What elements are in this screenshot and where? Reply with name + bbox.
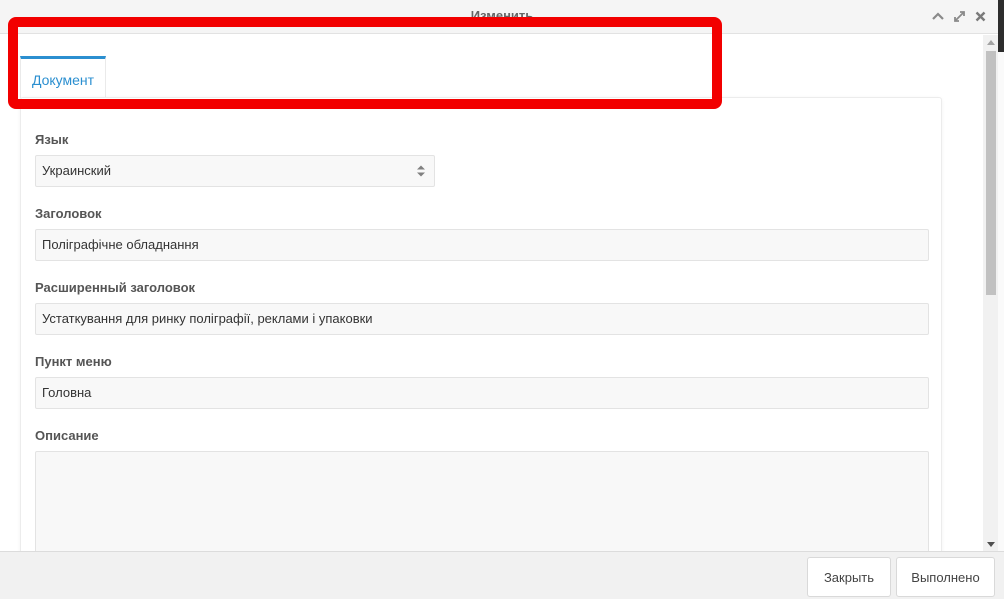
expand-icon[interactable]: [951, 8, 967, 24]
scrollbar-thumb[interactable]: [986, 51, 996, 295]
title-input[interactable]: Поліграфічне обладнання: [35, 229, 929, 261]
title-label: Заголовок: [35, 206, 102, 221]
tab-document[interactable]: Документ: [20, 56, 106, 98]
description-label: Описание: [35, 428, 99, 443]
extended-title-label: Расширенный заголовок: [35, 280, 196, 295]
language-select[interactable]: Украинский: [35, 155, 435, 187]
dialog-titlebar: Изменить: [0, 0, 1004, 34]
scroll-down-arrow-icon[interactable]: [983, 537, 998, 551]
extended-title-input[interactable]: Устаткування для ринку поліграфії, рекла…: [35, 303, 929, 335]
language-label: Язык: [35, 132, 69, 147]
scroll-up-arrow-icon[interactable]: [983, 35, 998, 49]
select-arrows-icon: [417, 165, 425, 177]
close-icon[interactable]: [972, 8, 988, 24]
language-select-value: Украинский: [42, 163, 111, 178]
dialog-title: Изменить: [470, 8, 534, 23]
edit-dialog: Изменить Документ Язык Украинский Заголо…: [0, 0, 1004, 599]
background-window-edge: [998, 0, 1004, 599]
close-button[interactable]: Закрыть: [807, 557, 891, 597]
chevron-up-icon[interactable]: [930, 8, 946, 24]
description-textarea[interactable]: [35, 451, 929, 561]
menu-item-label: Пункт меню: [35, 354, 112, 369]
done-button[interactable]: Выполнено: [896, 557, 995, 597]
menu-item-input[interactable]: Головна: [35, 377, 929, 409]
vertical-scrollbar[interactable]: [983, 35, 998, 551]
